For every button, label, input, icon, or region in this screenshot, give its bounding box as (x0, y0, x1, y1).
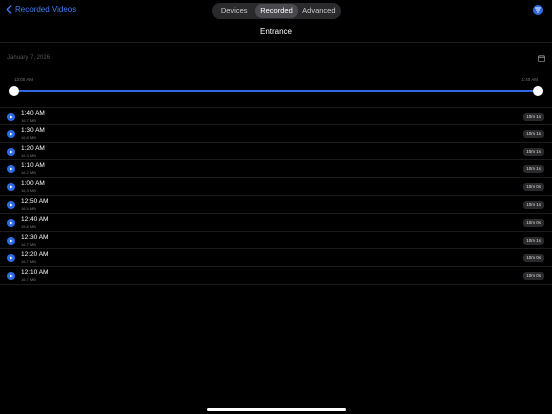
tab-advanced[interactable]: Advanced (298, 4, 340, 18)
recording-time: 1:20 AM (21, 144, 45, 152)
recording-row[interactable]: 1:30 AM 16.8 MB 10m 1s (0, 125, 552, 143)
home-indicator (207, 408, 346, 411)
play-icon (7, 183, 15, 192)
duration-badge: 10m 1s (523, 200, 544, 209)
play-icon (7, 254, 15, 263)
segmented-control: Devices Recorded Advanced (212, 3, 341, 19)
recording-size: 16.7 MB (21, 118, 36, 123)
recording-size: 16.7 MB (21, 259, 36, 265)
filter-button[interactable] (533, 5, 543, 15)
range-slider-track[interactable] (14, 90, 538, 92)
filter-icon (535, 7, 541, 13)
duration-badge: 10m 0s (523, 272, 544, 281)
recording-row[interactable]: 1:10 AM 16.2 MB 10m 1s (0, 160, 552, 179)
play-icon (7, 165, 15, 174)
recording-row[interactable]: 12:20 AM 16.7 MB 10m 0s (0, 249, 552, 268)
recording-time: 1:10 AM (21, 162, 45, 170)
recording-time: 12:10 AM (21, 269, 49, 277)
recording-time: 12:20 AM (21, 251, 49, 259)
duration-badge: 10m 1s (523, 129, 544, 138)
recording-row[interactable]: 1:40 AM 16.7 MB 10m 1s (0, 107, 552, 125)
recording-row[interactable]: 12:30 AM 16.7 MB 10m 1s (0, 232, 552, 250)
play-icon (7, 129, 15, 138)
recording-row[interactable]: 1:00 AM 16.3 MB 10m 0s (0, 178, 552, 196)
play-icon (7, 272, 15, 281)
top-bar: Recorded Videos Devices Recorded Advance… (0, 0, 552, 22)
duration-badge: 10m 1s (523, 113, 544, 121)
play-icon (7, 113, 15, 121)
calendar-icon[interactable] (538, 55, 545, 62)
recording-time: 12:40 AM (21, 215, 49, 223)
range-end-label: 1:40 AM (521, 77, 538, 82)
recording-row[interactable]: 12:10 AM 16.7 MB 10m 0s (0, 267, 552, 285)
recording-size: 16.7 MB (21, 241, 36, 247)
recordings-list: 1:40 AM 16.7 MB 10m 1s 1:30 AM 16.8 MB 1… (0, 107, 552, 285)
duration-badge: 10m 0s (523, 183, 544, 192)
recording-size: 16.7 MB (21, 277, 36, 283)
back-button-label: Recorded Videos (15, 5, 77, 14)
recording-time: 1:40 AM (21, 110, 45, 117)
duration-badge: 10m 1s (523, 147, 544, 156)
recording-size: 16.3 MB (21, 188, 36, 194)
play-icon (7, 218, 15, 227)
play-icon (7, 200, 15, 209)
duration-badge: 10m 0s (523, 218, 544, 227)
recording-time: 1:30 AM (21, 126, 45, 134)
recording-row[interactable]: 12:50 AM 16.5 MB 10m 1s (0, 196, 552, 214)
header-divider (0, 42, 552, 43)
tab-devices[interactable]: Devices (213, 4, 255, 18)
play-icon (7, 236, 15, 245)
recording-time: 1:00 AM (21, 180, 45, 188)
page-title: Entrance (259, 27, 293, 36)
chevron-left-icon (6, 5, 12, 14)
duration-badge: 10m 0s (523, 254, 544, 263)
recording-time: 12:50 AM (21, 197, 49, 205)
tab-recorded[interactable]: Recorded (255, 4, 298, 18)
recording-row[interactable]: 1:20 AM 16.3 MB 10m 1s (0, 143, 552, 161)
recording-size: 15.8 MB (21, 223, 36, 229)
recording-size: 16.8 MB (21, 134, 36, 140)
date-label: January 7, 2026 (7, 55, 51, 61)
play-icon (7, 147, 15, 156)
range-start-label: 12:00 AM (14, 77, 34, 82)
duration-badge: 10m 1s (523, 236, 544, 245)
duration-badge: 10m 1s (523, 165, 544, 174)
back-button[interactable]: Recorded Videos (6, 5, 76, 14)
recording-time: 12:30 AM (21, 233, 49, 241)
recording-size: 16.2 MB (21, 170, 36, 176)
recording-size: 16.3 MB (21, 152, 36, 158)
range-start-handle[interactable] (9, 86, 19, 96)
range-end-handle[interactable] (533, 86, 543, 96)
recording-size: 16.5 MB (21, 205, 36, 211)
recording-row[interactable]: 12:40 AM 15.8 MB 10m 0s (0, 214, 552, 232)
